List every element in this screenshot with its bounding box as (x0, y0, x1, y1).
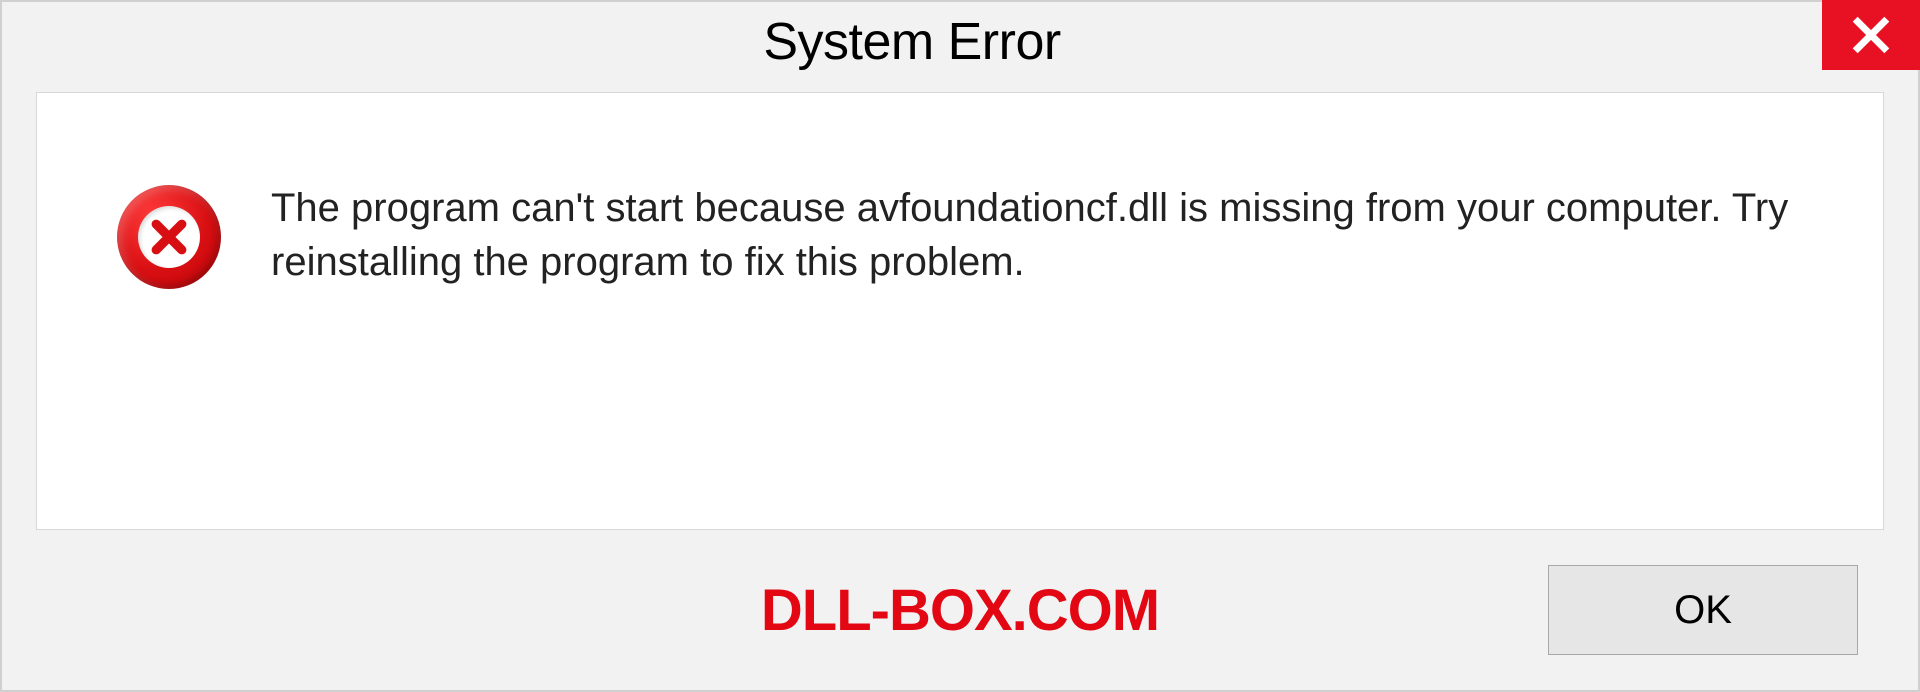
error-message: The program can't start because avfounda… (271, 181, 1813, 289)
error-icon (117, 185, 221, 289)
titlebar: System Error (2, 2, 1918, 84)
dialog-footer: DLL-BOX.COM OK (2, 530, 1918, 690)
close-button[interactable] (1822, 0, 1920, 70)
watermark-text: DLL-BOX.COM (761, 577, 1159, 644)
close-icon (1851, 15, 1891, 55)
dialog-content: The program can't start because avfounda… (36, 92, 1884, 530)
dialog-title: System Error (2, 2, 1822, 72)
error-dialog: System Error The program can't start bec… (0, 0, 1920, 692)
ok-button[interactable]: OK (1548, 565, 1858, 655)
